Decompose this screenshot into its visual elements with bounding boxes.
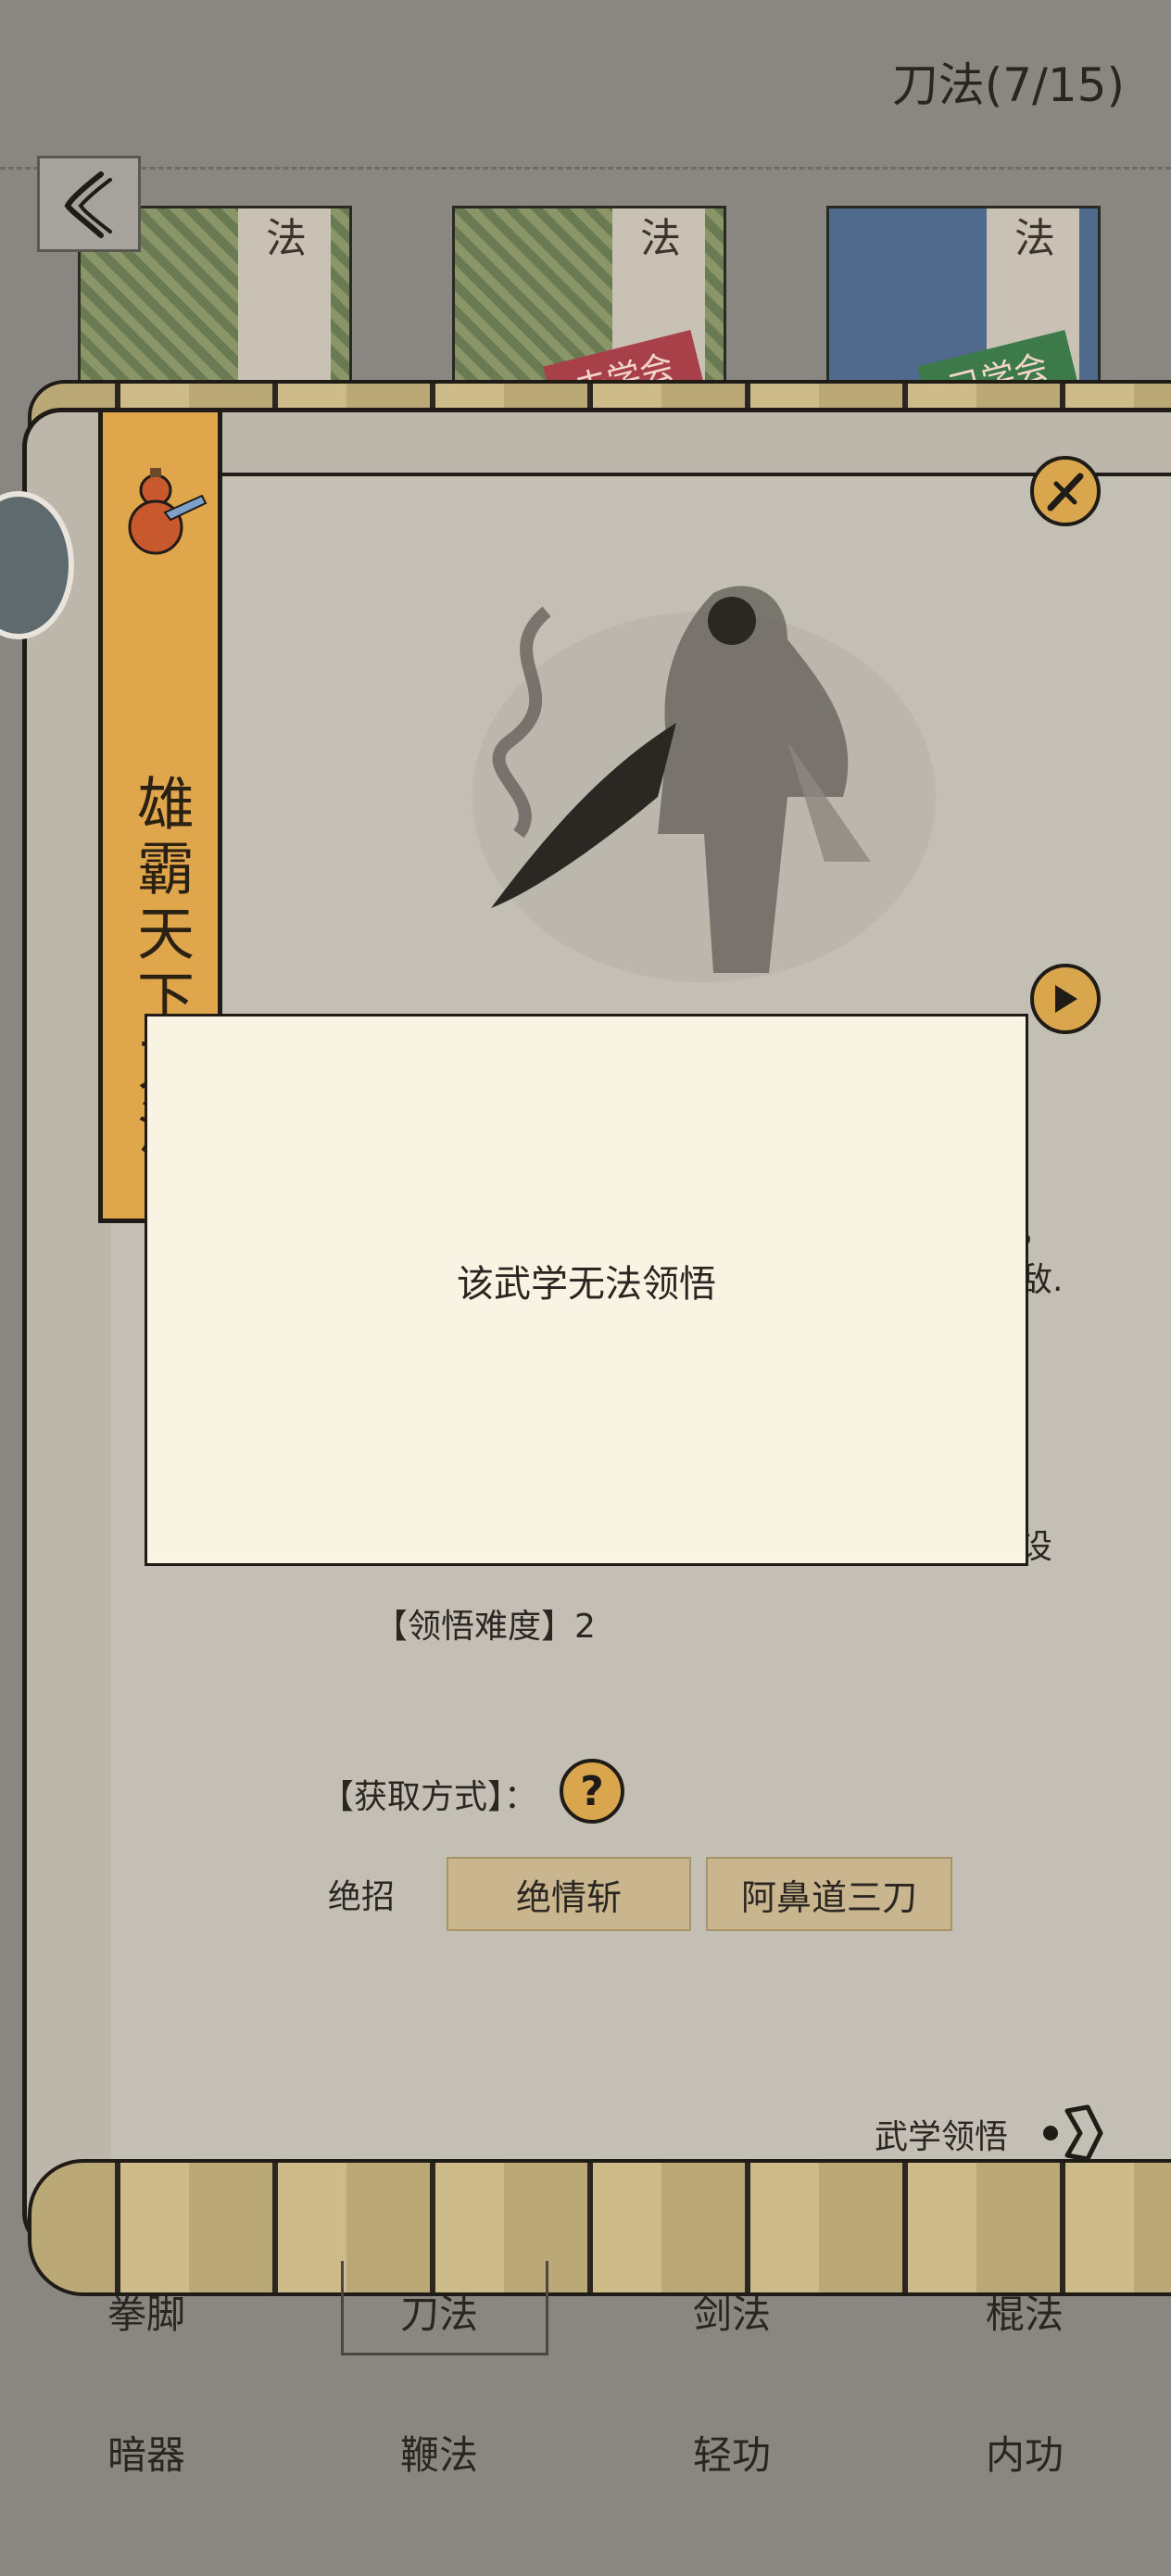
move-chip[interactable]: 阿鼻道三刀 xyxy=(706,1857,952,1931)
back-button[interactable] xyxy=(37,156,141,252)
acquire-label: 【获取方式】： xyxy=(321,1778,538,1816)
nav-tab-quanjiao[interactable]: 拳脚 xyxy=(54,2283,239,2340)
move-chip[interactable]: 绝情斩 xyxy=(447,1857,691,1931)
book-spine-label: 法 xyxy=(1014,215,1055,262)
dialog-message: 该武学无法领悟 xyxy=(457,1263,716,1306)
nav-tab-bianfa[interactable]: 鞭法 xyxy=(346,2424,532,2481)
message-dialog[interactable]: 该武学无法领悟 xyxy=(145,1014,1028,1566)
header-divider xyxy=(0,167,1171,170)
back-arrow-icon xyxy=(64,171,112,238)
close-button[interactable] xyxy=(1030,456,1101,526)
nav-tab-neigong[interactable]: 内功 xyxy=(932,2424,1117,2481)
difficulty-row: 【领悟难度】2 xyxy=(374,1599,596,1648)
nav-tab-daofa[interactable]: 刀法 xyxy=(346,2283,532,2340)
gourd-icon xyxy=(128,468,208,555)
bottom-nav-row-2: 暗器 鞭法 轻功 内功 xyxy=(0,2424,1171,2481)
scroll-bottom-roller xyxy=(28,2159,1171,2296)
skill-illustration xyxy=(472,586,936,982)
nav-tab-jianfa[interactable]: 剑法 xyxy=(639,2283,825,2340)
difficulty-value: 2 xyxy=(574,1608,596,1646)
nav-tab-anqi[interactable]: 暗器 xyxy=(54,2424,239,2481)
close-icon xyxy=(1047,473,1084,511)
comprehend-arrow-icon xyxy=(1043,2104,1103,2162)
book-spine-label: 法 xyxy=(640,215,681,262)
nav-tab-gunfa[interactable]: 棍法 xyxy=(932,2283,1117,2340)
play-button[interactable] xyxy=(1030,964,1101,1034)
comprehend-label: 武学领悟 xyxy=(875,2118,1009,2156)
play-icon xyxy=(1055,985,1077,1013)
page-title: 刀法(7/15) xyxy=(891,58,1125,112)
moves-label: 绝招 xyxy=(328,1878,396,1916)
book-spine-label: 法 xyxy=(266,215,307,262)
question-icon[interactable]: ? xyxy=(560,1759,624,1824)
nav-tab-qinggong[interactable]: 轻功 xyxy=(639,2424,825,2481)
difficulty-label: 【领悟难度】 xyxy=(374,1608,575,1646)
bottom-nav-row-1: 拳脚 刀法 剑法 棍法 xyxy=(0,2283,1171,2340)
comprehend-link[interactable]: 武学领悟 xyxy=(875,2102,1110,2166)
